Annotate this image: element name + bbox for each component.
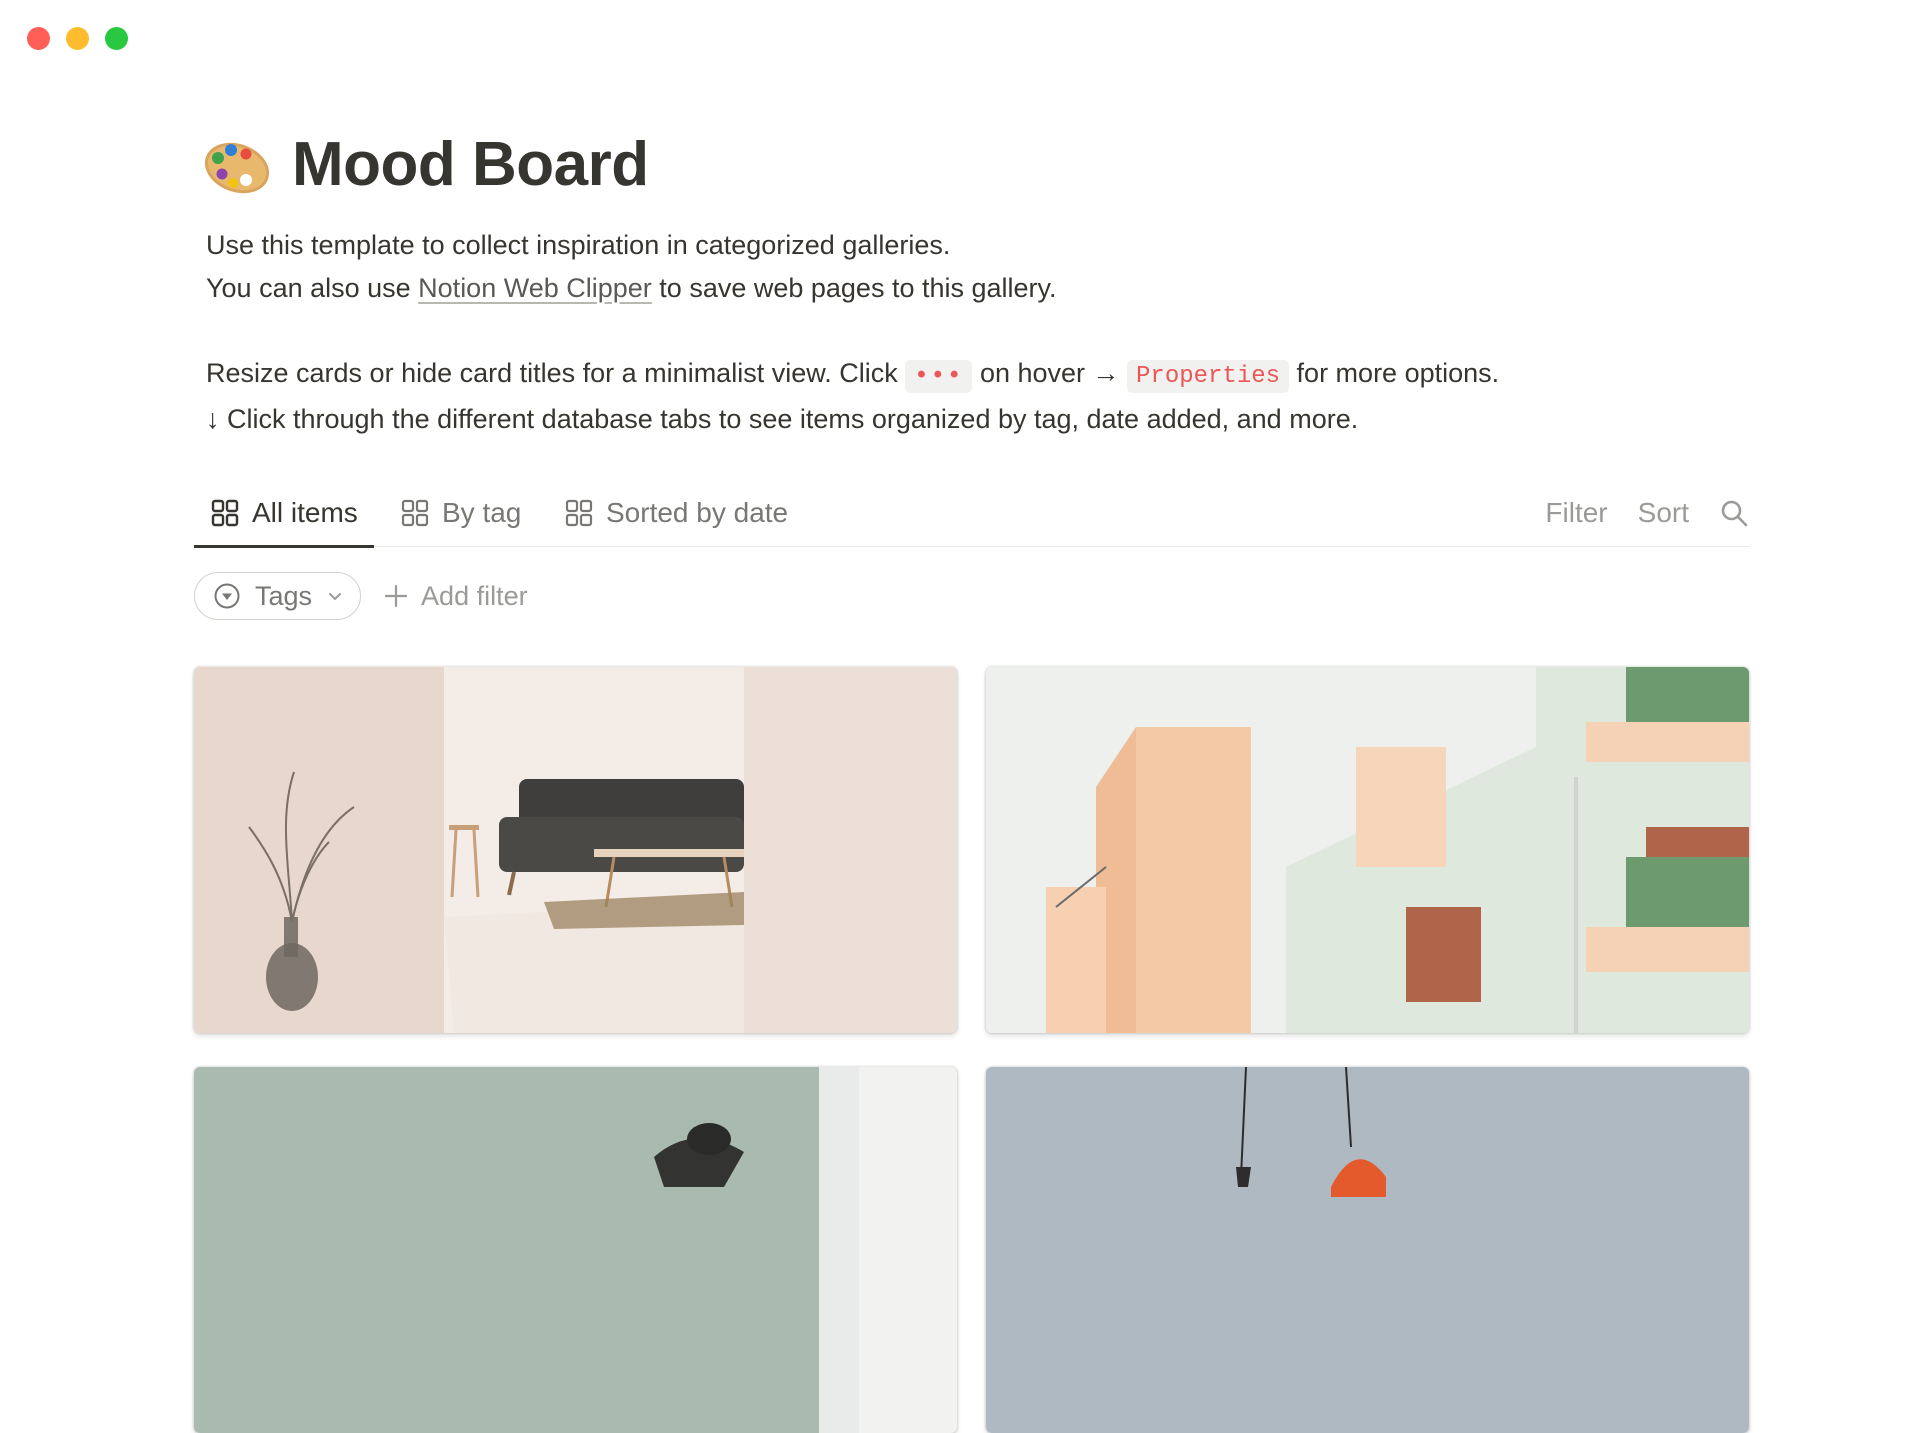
window-close-button[interactable] [27, 27, 50, 50]
window-minimize-button[interactable] [66, 27, 89, 50]
gallery-grid-icon [565, 499, 593, 526]
plus-icon [384, 584, 408, 608]
text-span: Resize cards or hide card titles for a m… [206, 358, 906, 388]
text-span: on hover → [972, 358, 1128, 388]
search-icon[interactable] [1719, 498, 1749, 528]
gallery-card[interactable] [194, 1067, 957, 1433]
page-description: Use this template to collect inspiration… [206, 224, 1726, 441]
database-toolbar: Filter Sort [1545, 478, 1749, 547]
tab-label: By tag [442, 496, 522, 528]
description-line: Resize cards or hide card titles for a m… [206, 352, 1726, 398]
sort-button[interactable]: Sort [1638, 497, 1689, 529]
tags-filter-label: Tags [255, 580, 313, 611]
card-cover-image [986, 1067, 1749, 1433]
tags-filter-pill[interactable]: Tags [194, 572, 362, 620]
add-filter-label: Add filter [421, 580, 528, 611]
text-span: to save web pages to this gallery. [651, 273, 1057, 303]
database-view-tabs: All items By tag Sorted by date Filter S… [194, 478, 1749, 548]
inline-code-more: ••• [905, 360, 973, 393]
gallery-card[interactable] [194, 667, 957, 1033]
add-filter-button[interactable]: Add filter [383, 581, 528, 612]
card-cover-image [194, 1067, 957, 1433]
filter-button[interactable]: Filter [1545, 497, 1607, 529]
description-line: ↓ Click through the different database t… [206, 404, 1359, 434]
filter-row: Tags Add filter [194, 572, 528, 620]
select-property-icon [214, 583, 240, 609]
gallery-grid-icon [211, 499, 239, 526]
page-header: Mood Board [200, 128, 649, 202]
tab-label: Sorted by date [606, 496, 789, 528]
tab-all-items[interactable]: All items [194, 478, 374, 548]
chevron-down-icon [329, 593, 342, 601]
window-controls [27, 27, 128, 50]
card-cover-image [194, 667, 957, 1033]
gallery-card[interactable] [986, 1067, 1749, 1433]
text-span: for more options. [1289, 358, 1500, 388]
text-span: You can also use [206, 273, 419, 303]
gallery-card[interactable] [986, 667, 1749, 1033]
window-maximize-button[interactable] [105, 27, 128, 50]
tab-label: All items [252, 496, 358, 528]
artist-palette-icon[interactable] [200, 128, 274, 202]
web-clipper-link[interactable]: Notion Web Clipper [418, 273, 652, 303]
page-title: Mood Board [292, 130, 649, 199]
description-line: Use this template to collect inspiration… [206, 230, 951, 260]
description-line: You can also use Notion Web Clipper to s… [206, 267, 1726, 310]
gallery-grid-icon [401, 499, 429, 526]
tab-by-tag[interactable]: By tag [384, 478, 537, 547]
tab-sorted-by-date[interactable]: Sorted by date [548, 478, 804, 547]
inline-code-properties: Properties [1127, 360, 1290, 393]
card-cover-image [986, 667, 1749, 1033]
